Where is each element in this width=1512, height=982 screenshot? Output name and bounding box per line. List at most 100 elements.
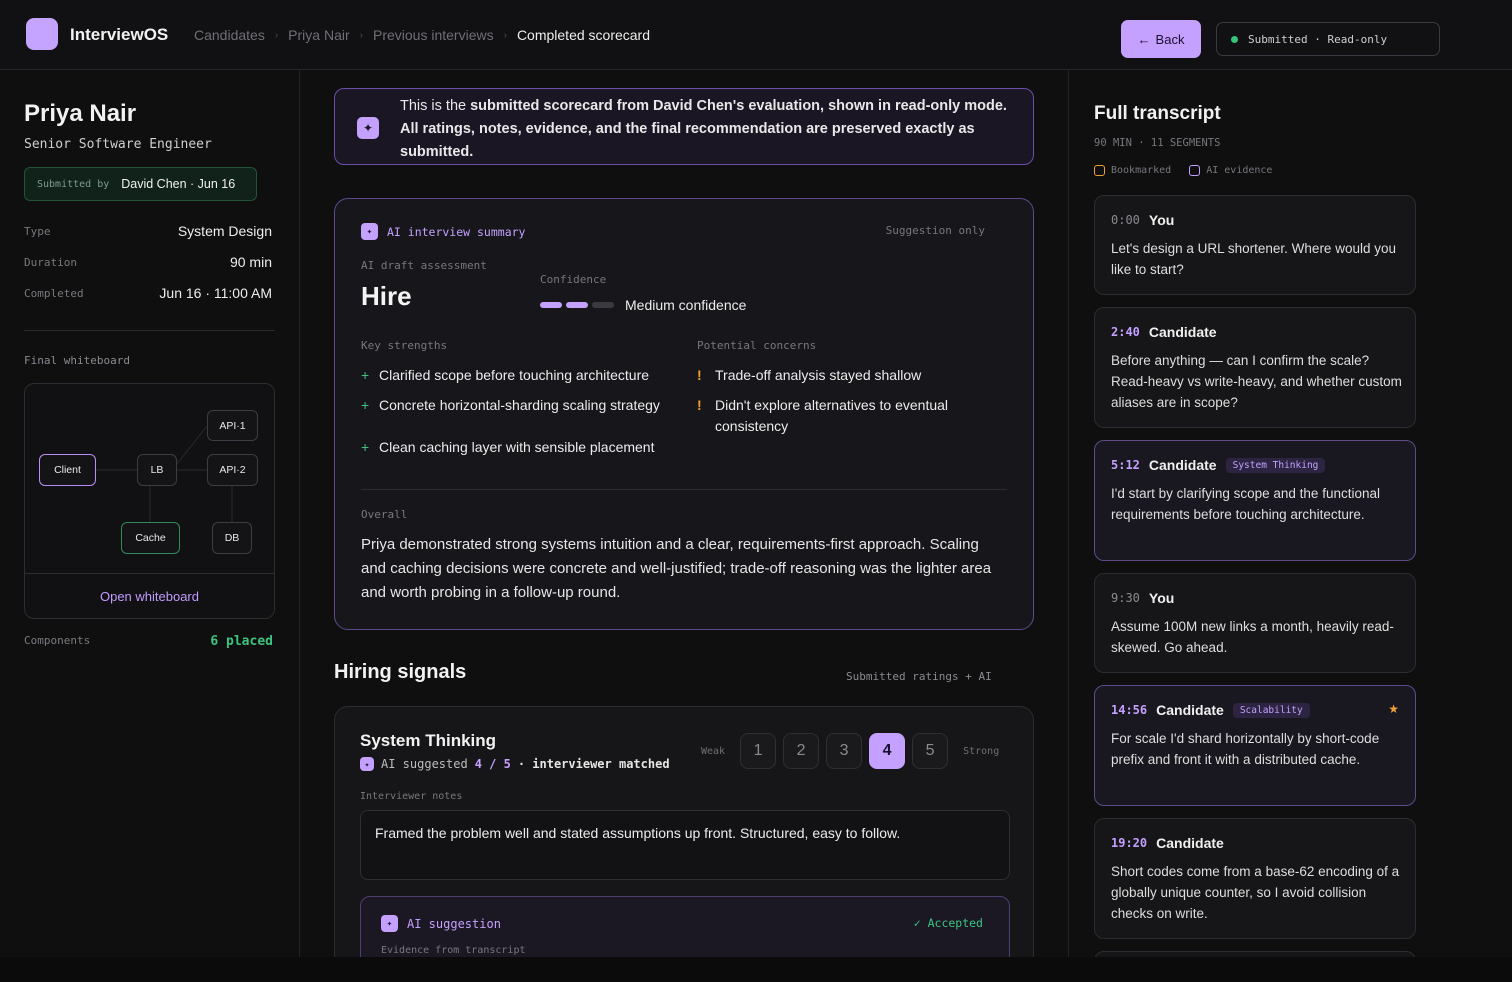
candidate-role: Senior Software Engineer bbox=[24, 137, 212, 152]
signal-card-system-thinking: System Thinking ✦ AI suggested 4 / 5 · i… bbox=[334, 706, 1034, 957]
read-only-banner: ✦ This is the submitted scorecard from D… bbox=[334, 88, 1034, 165]
rating-button-4[interactable]: 4 bbox=[869, 733, 906, 769]
whiteboard-connection bbox=[176, 425, 208, 465]
banner-bold: submitted scorecard from David Chen's ev… bbox=[400, 98, 1007, 160]
confidence-segment bbox=[540, 302, 562, 308]
exclamation-icon: ! bbox=[697, 397, 702, 413]
meta-value: Jun 16 · 11:00 AM bbox=[159, 285, 272, 301]
segment-text: Let's design a URL shortener. Where woul… bbox=[1111, 241, 1396, 277]
confidence-label: Confidence bbox=[540, 273, 607, 286]
segment-tag: System Thinking bbox=[1225, 457, 1326, 473]
segment-header: 0:00 You bbox=[1111, 212, 1174, 228]
status-text: Submitted · Read-only bbox=[1248, 32, 1388, 46]
candidate-name: Priya Nair bbox=[24, 100, 137, 127]
concern-text: Trade-off analysis stayed shallow bbox=[715, 367, 922, 383]
rating-button-2[interactable]: 2 bbox=[783, 733, 820, 769]
plus-icon: + bbox=[361, 439, 370, 455]
ai-suggestion-header: ✦ AI suggestion bbox=[381, 915, 501, 932]
transcript-segment[interactable]: 2:40 Candidate Before anything — can I co… bbox=[1094, 307, 1416, 428]
accepted-badge: ✓ Accepted bbox=[913, 916, 983, 930]
interviewer-notes-label: Interviewer notes bbox=[360, 791, 463, 802]
submitted-by-label: Submitted by bbox=[37, 178, 110, 190]
plus-icon: + bbox=[361, 367, 370, 383]
segment-speaker: Candidate bbox=[1156, 835, 1224, 851]
suggestion-only-label: Suggestion only bbox=[885, 224, 985, 237]
rating-button-3[interactable]: 3 bbox=[826, 733, 863, 769]
ai-suggested-prefix: AI suggested bbox=[381, 757, 468, 771]
meta-value: System Design bbox=[177, 223, 272, 239]
candidate-sidebar: Priya Nair Senior Software Engineer Subm… bbox=[0, 70, 300, 982]
breadcrumb-current: Completed scorecard bbox=[516, 27, 650, 43]
segment-text: Before anything — can I confirm the scal… bbox=[1111, 353, 1402, 410]
rating-button-5[interactable]: 5 bbox=[912, 733, 949, 769]
app-name: InterviewOS bbox=[70, 25, 169, 44]
transcript-legend: Bookmarked AI evidence bbox=[1094, 165, 1272, 176]
meta-label: Completed bbox=[24, 286, 84, 300]
signal-title: System Thinking bbox=[360, 731, 497, 750]
concerns-list: ! Trade-off analysis stayed shallow ! Didn… bbox=[697, 365, 997, 446]
strength-text: Clarified scope before touching architec… bbox=[379, 367, 650, 383]
plus-icon: + bbox=[361, 397, 370, 413]
star-icon[interactable]: ★ bbox=[1388, 702, 1399, 716]
concern-text: Didn't explore alternatives to eventual … bbox=[715, 397, 949, 434]
transcript-segment-ai-evidence[interactable]: 5:12 Candidate System Thinking I'd start b… bbox=[1094, 440, 1416, 561]
sparkle-icon: ✦ bbox=[360, 757, 374, 771]
open-whiteboard-link[interactable]: Open whiteboard bbox=[25, 573, 274, 618]
concerns-label: Potential concerns bbox=[697, 339, 817, 352]
segment-header: 19:20 Candidate bbox=[1111, 835, 1224, 851]
components-row: Components 6 placed bbox=[24, 634, 273, 649]
segment-tag: Scalability bbox=[1232, 702, 1310, 718]
segment-speaker: You bbox=[1148, 590, 1175, 606]
bookmark-square-icon bbox=[1094, 165, 1105, 176]
app-logo[interactable] bbox=[26, 18, 58, 50]
transcript-segment[interactable]: 9:30 You Assume 100M new links a month, h… bbox=[1094, 573, 1416, 673]
meta-row-completed: Completed Jun 16 · 11:00 AM bbox=[24, 285, 272, 301]
segment-header: 5:12 Candidate System Thinking bbox=[1111, 457, 1326, 473]
segment-time: 2:40 bbox=[1111, 325, 1140, 339]
rating-button-1[interactable]: 1 bbox=[740, 733, 777, 769]
status-badge: Submitted · Read-only bbox=[1216, 22, 1440, 56]
strengths-list: + Clarified scope before touching archite… bbox=[361, 365, 681, 467]
confidence-meter bbox=[540, 302, 614, 308]
back-button[interactable]: ← Back bbox=[1121, 20, 1201, 58]
segment-text: Assume 100M new links a month, heavily r… bbox=[1111, 619, 1394, 655]
hiring-signals-title: Hiring signals bbox=[334, 661, 467, 683]
ai-summary-header: ✦ AI interview summary bbox=[361, 223, 525, 240]
meta-label: Duration bbox=[24, 255, 77, 269]
node-cache: Cache bbox=[121, 522, 180, 554]
breadcrumb-previous-interviews[interactable]: Previous interviews bbox=[373, 27, 494, 43]
segment-speaker: Candidate bbox=[1148, 457, 1217, 473]
hiring-signals-subtitle: Submitted ratings + AI bbox=[846, 670, 992, 683]
concern-item: ! Didn't explore alternatives to eventual… bbox=[697, 395, 997, 437]
exclamation-icon: ! bbox=[697, 367, 702, 383]
whiteboard-preview[interactable]: API·1 Client LB API·2 Cache DB Open whit… bbox=[24, 383, 275, 619]
ai-suggested-line: ✦ AI suggested 4 / 5 · interviewer match… bbox=[360, 757, 670, 771]
segment-time: 5:12 bbox=[1111, 458, 1140, 472]
transcript-segment-ai-evidence[interactable]: 14:56 Candidate Scalability ★ For scale I'… bbox=[1094, 685, 1416, 806]
node-client: Client bbox=[39, 454, 96, 486]
breadcrumb-candidate[interactable]: Priya Nair bbox=[288, 27, 349, 43]
bottom-edge bbox=[0, 957, 1512, 982]
rating-strong-label: Strong bbox=[963, 745, 1000, 757]
transcript-segment[interactable]: 19:20 Candidate Short codes come from a b… bbox=[1094, 818, 1416, 939]
meta-row-duration: Duration 90 min bbox=[24, 254, 272, 270]
legend-bookmarked: Bookmarked bbox=[1094, 165, 1171, 176]
node-db: DB bbox=[212, 522, 252, 554]
sparkle-icon: ✦ bbox=[357, 117, 379, 139]
sparkle-icon: ✦ bbox=[381, 915, 398, 932]
breadcrumb: Candidates › Priya Nair › Previous inter… bbox=[194, 27, 650, 43]
interviewer-notes-field[interactable]: Framed the problem well and stated assum… bbox=[360, 810, 1010, 880]
overall-text: Priya demonstrated strong systems intuit… bbox=[361, 536, 992, 601]
segment-speaker: Candidate bbox=[1148, 324, 1217, 340]
whiteboard-label: Final whiteboard bbox=[24, 354, 130, 367]
breadcrumb-candidates[interactable]: Candidates bbox=[194, 27, 265, 43]
segment-speaker: Candidate bbox=[1156, 702, 1224, 718]
components-value: 6 placed bbox=[210, 634, 273, 649]
transcript-segment[interactable]: 0:00 You Let's design a URL shortener. Wh… bbox=[1094, 195, 1416, 295]
banner-prefix: This is the bbox=[400, 98, 471, 114]
components-label: Components bbox=[24, 634, 91, 647]
segment-header: 14:56 Candidate Scalability bbox=[1111, 702, 1310, 718]
legend-bookmarked-label: Bookmarked bbox=[1111, 165, 1172, 176]
rating-weak-label: Weak bbox=[701, 745, 726, 757]
arrow-left-icon: ← bbox=[1137, 31, 1151, 47]
